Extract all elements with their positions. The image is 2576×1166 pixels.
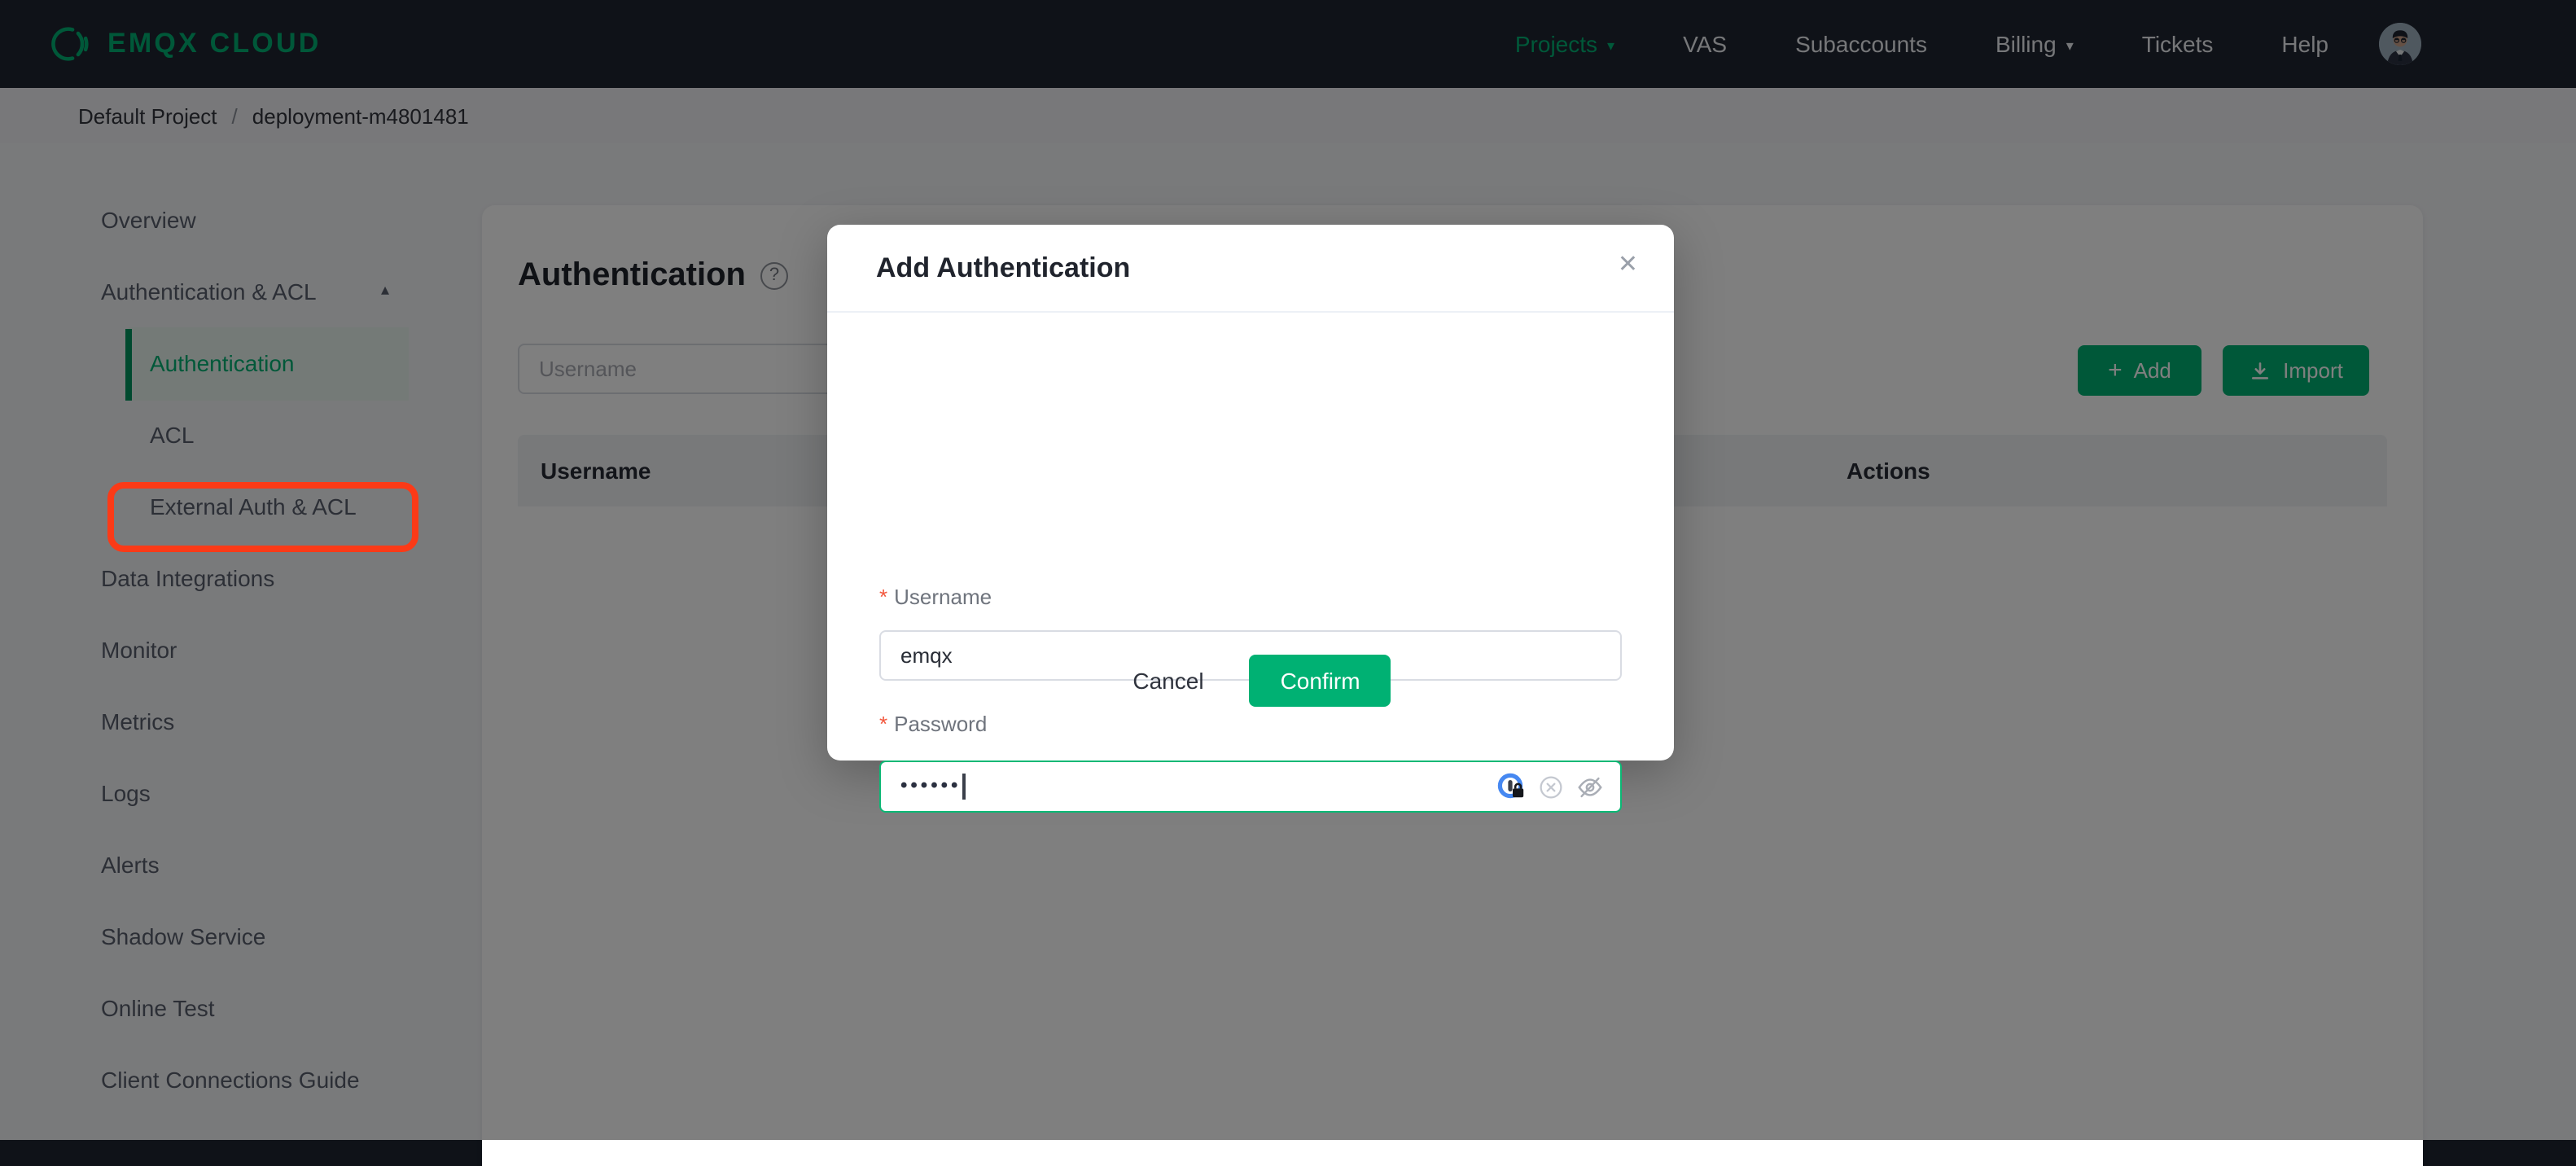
add-authentication-dialog: Add Authentication ✕ * Username * Passwo… [827, 225, 1674, 813]
password-label: * Password [879, 712, 988, 736]
emqx-cloud-console: EMQX CLOUD Projects ▾ VAS Subaccounts Bi… [0, 0, 2576, 1166]
masked-password-value: •••••• [900, 774, 962, 796]
password-manager-icon[interactable] [1496, 772, 1526, 801]
eye-off-icon[interactable] [1576, 773, 1604, 800]
required-asterisk: * [879, 585, 888, 609]
password-input[interactable]: •••••• [879, 761, 1622, 813]
dialog-footer: Cancel Confirm [827, 655, 1674, 707]
annotation-highlight-box [107, 482, 418, 552]
close-icon[interactable]: ✕ [1618, 252, 1638, 277]
dialog-title: Add Authentication [876, 252, 1131, 283]
clear-icon[interactable] [1539, 774, 1563, 799]
cancel-button[interactable]: Cancel [1110, 655, 1226, 707]
dialog-header: Add Authentication ✕ [827, 225, 1674, 313]
required-asterisk: * [879, 712, 888, 736]
text-cursor [962, 774, 966, 800]
confirm-button[interactable]: Confirm [1249, 655, 1391, 707]
username-label: * Username [879, 585, 992, 609]
